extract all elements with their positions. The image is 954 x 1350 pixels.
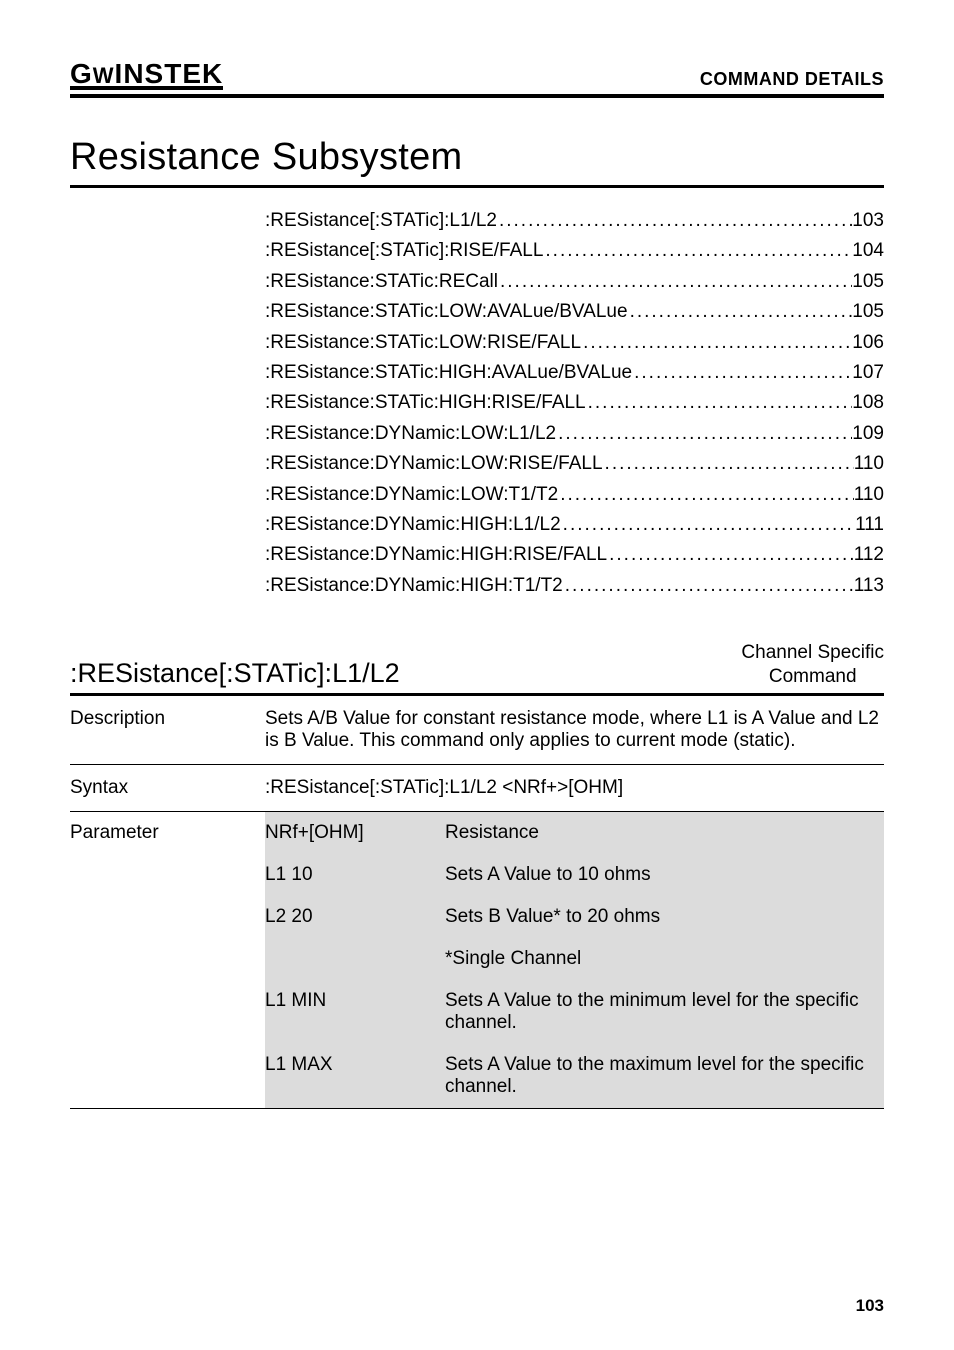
parameter-meaning: *Single Channel xyxy=(445,938,884,980)
page-header: GWINSTEK COMMAND DETAILS xyxy=(70,58,884,98)
toc-page: 112 xyxy=(854,540,884,570)
toc-entry: :RESistance:STATic:HIGH:RISE/FALL 108 xyxy=(265,388,884,418)
parameter-meaning: Sets A Value to the minimum level for th… xyxy=(445,980,884,1044)
parameter-arg: L1 MAX xyxy=(265,1044,445,1108)
toc-entry: :RESistance:DYNamic:HIGH:RISE/FALL 112 xyxy=(265,540,884,570)
brand-logo: GWINSTEK xyxy=(70,58,223,90)
toc-label: :RESistance:STATic:HIGH:AVALue/BVALue xyxy=(265,358,632,388)
toc-entry: :RESistance:DYNamic:LOW:RISE/FALL 110 xyxy=(265,449,884,479)
parameter-meaning: Sets B Value* to 20 ohms xyxy=(445,896,884,938)
toc-label: :RESistance:DYNamic:LOW:T1/T2 xyxy=(265,480,558,510)
toc-entry: :RESistance:DYNamic:HIGH:T1/T2 113 xyxy=(265,571,884,601)
parameter-arg: L2 20 xyxy=(265,896,445,938)
table-of-contents: :RESistance[:STATic]:L1/L2 103 :RESistanc… xyxy=(265,206,884,601)
parameter-table: Parameter NRf+[OHM] Resistance L1 10 Set… xyxy=(70,812,884,1109)
toc-dots xyxy=(581,328,852,358)
toc-entry: :RESistance:DYNamic:HIGH:L1/L2 111 xyxy=(265,510,884,540)
toc-entry: :RESistance:STATic:RECall 105 xyxy=(265,267,884,297)
page-number: 103 xyxy=(856,1296,884,1316)
toc-dots xyxy=(603,449,854,479)
toc-page: 113 xyxy=(854,571,884,601)
command-detail-table: Description Sets A/B Value for constant … xyxy=(70,696,884,812)
page-title: Resistance Subsystem xyxy=(70,136,884,179)
toc-dots xyxy=(586,388,853,418)
toc-label: :RESistance:DYNamic:HIGH:RISE/FALL xyxy=(265,540,607,570)
toc-label: :RESistance:STATic:LOW:AVALue/BVALue xyxy=(265,297,628,327)
section-title: COMMAND DETAILS xyxy=(700,69,884,90)
parameter-arg: NRf+[OHM] xyxy=(265,812,445,854)
toc-page: 104 xyxy=(852,236,884,266)
description-label: Description xyxy=(70,696,265,765)
parameter-label: Parameter xyxy=(70,812,265,1108)
parameter-meaning: Sets A Value to the maximum level for th… xyxy=(445,1044,884,1108)
toc-label: :RESistance:STATic:RECall xyxy=(265,267,498,297)
toc-dots xyxy=(607,540,854,570)
toc-dots xyxy=(632,358,852,388)
toc-dots xyxy=(543,236,852,266)
command-header: :RESistance[:STATic]:L1/L2 Channel Speci… xyxy=(70,641,884,689)
heading-divider xyxy=(70,185,884,188)
toc-page: 103 xyxy=(852,206,884,236)
parameter-arg: L1 10 xyxy=(265,854,445,896)
toc-page: 108 xyxy=(852,388,884,418)
parameter-meaning: Resistance xyxy=(445,812,884,854)
command-title: :RESistance[:STATic]:L1/L2 xyxy=(70,658,400,689)
toc-dots xyxy=(498,267,852,297)
description-text: Sets A/B Value for constant resistance m… xyxy=(265,696,884,765)
toc-entry: :RESistance:STATic:LOW:AVALue/BVALue 105 xyxy=(265,297,884,327)
toc-label: :RESistance:DYNamic:HIGH:L1/L2 xyxy=(265,510,561,540)
toc-label: :RESistance:DYNamic:LOW:L1/L2 xyxy=(265,419,556,449)
toc-entry: :RESistance[:STATic]:RISE/FALL 104 xyxy=(265,236,884,266)
toc-page: 110 xyxy=(854,480,884,510)
toc-page: 106 xyxy=(852,328,884,358)
toc-entry: :RESistance:STATic:HIGH:AVALue/BVALue 107 xyxy=(265,358,884,388)
command-badge-line1: Channel Specific xyxy=(741,642,884,663)
toc-dots xyxy=(497,206,852,236)
toc-label: :RESistance:DYNamic:HIGH:T1/T2 xyxy=(265,571,563,601)
toc-label: :RESistance:STATic:LOW:RISE/FALL xyxy=(265,328,581,358)
toc-page: 105 xyxy=(852,267,884,297)
toc-label: :RESistance[:STATic]:RISE/FALL xyxy=(265,236,543,266)
toc-page: 109 xyxy=(852,419,884,449)
toc-entry: :RESistance:DYNamic:LOW:L1/L2 109 xyxy=(265,419,884,449)
toc-page: 110 xyxy=(854,449,884,479)
toc-page: 105 xyxy=(852,297,884,327)
toc-dots xyxy=(561,510,855,540)
syntax-label: Syntax xyxy=(70,764,265,811)
parameter-arg xyxy=(265,938,445,980)
toc-dots xyxy=(628,297,853,327)
toc-dots xyxy=(563,571,854,601)
parameter-meaning: Sets A Value to 10 ohms xyxy=(445,854,884,896)
toc-label: :RESistance:DYNamic:LOW:RISE/FALL xyxy=(265,449,603,479)
toc-entry: :RESistance:STATic:LOW:RISE/FALL 106 xyxy=(265,328,884,358)
toc-page: 111 xyxy=(855,510,884,540)
toc-label: :RESistance:STATic:HIGH:RISE/FALL xyxy=(265,388,586,418)
toc-dots xyxy=(556,419,852,449)
command-badge-line2: Command xyxy=(769,666,857,687)
parameter-arg: L1 MIN xyxy=(265,980,445,1044)
command-badge: Channel Specific Command xyxy=(741,641,884,689)
syntax-text: :RESistance[:STATic]:L1/L2 <NRf+>[OHM] xyxy=(265,764,884,811)
toc-page: 107 xyxy=(852,358,884,388)
toc-entry: :RESistance[:STATic]:L1/L2 103 xyxy=(265,206,884,236)
toc-entry: :RESistance:DYNamic:LOW:T1/T2 110 xyxy=(265,480,884,510)
toc-dots xyxy=(558,480,854,510)
toc-label: :RESistance[:STATic]:L1/L2 xyxy=(265,206,497,236)
